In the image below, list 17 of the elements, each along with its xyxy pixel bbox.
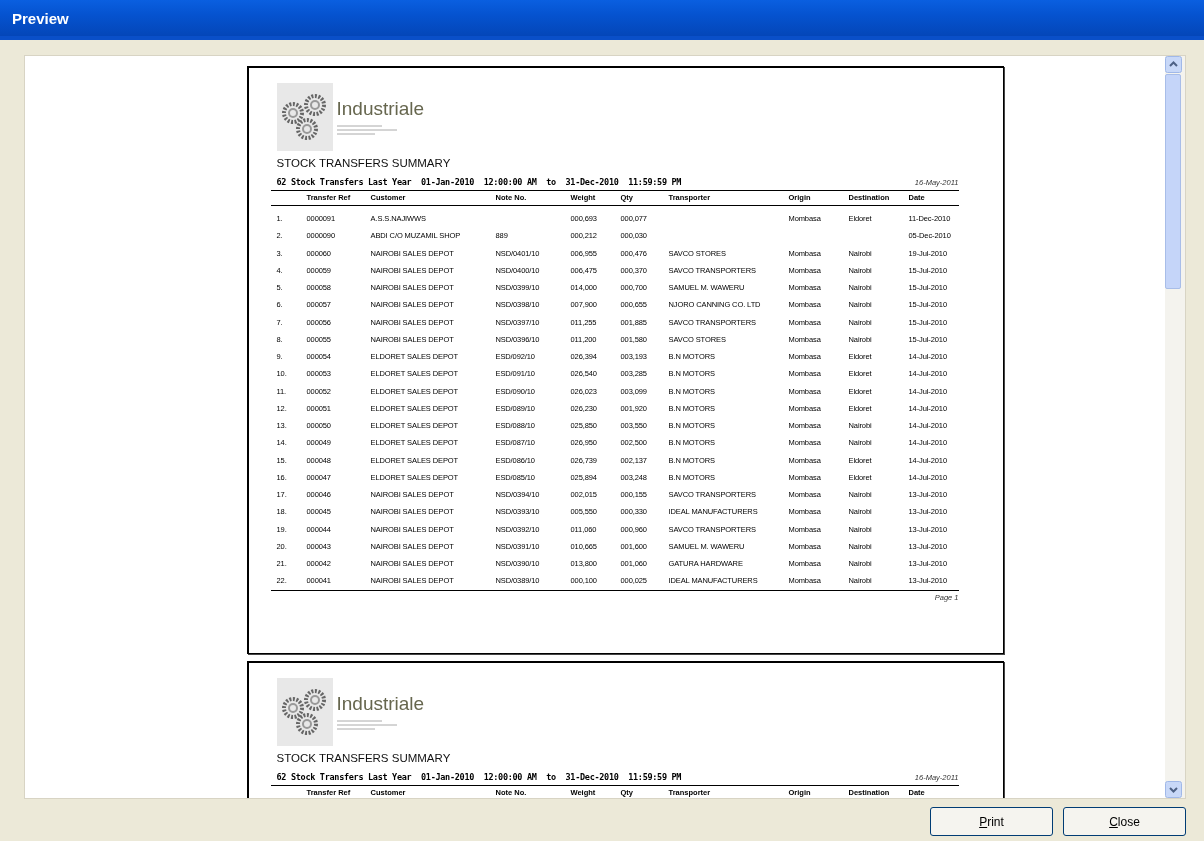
dialog-button[interactable]: Print (930, 807, 1053, 836)
tagline-drawing (336, 124, 397, 136)
vertical-scrollbar[interactable] (1165, 56, 1185, 798)
dialog-button[interactable]: Close (1063, 807, 1186, 836)
gears-logo-drawing (276, 678, 333, 746)
tagline-drawing (336, 719, 397, 731)
company-name: Industriale (336, 98, 425, 120)
report-subtitle: 62 Stock Transfers Last Year 01-Jan-2010 12:00:00 AM to 31-Dec-2010 11:59:59 PM (276, 772, 682, 782)
scroll-up-icon[interactable] (1165, 56, 1182, 73)
window-title: Preview (12, 9, 69, 27)
scroll-thumb[interactable] (1165, 74, 1181, 289)
report-title: STOCK TRANSFERS SUMMARY (276, 157, 452, 169)
company-name: Industriale (336, 693, 425, 715)
gears-logo-drawing (276, 83, 333, 151)
report-title: STOCK TRANSFERS SUMMARY (276, 752, 452, 764)
report-subtitle: 62 Stock Transfers Last Year 01-Jan-2010 12:00:00 AM to 31-Dec-2010 11:59:59 PM (276, 177, 682, 187)
scroll-down-icon[interactable] (1165, 781, 1182, 798)
